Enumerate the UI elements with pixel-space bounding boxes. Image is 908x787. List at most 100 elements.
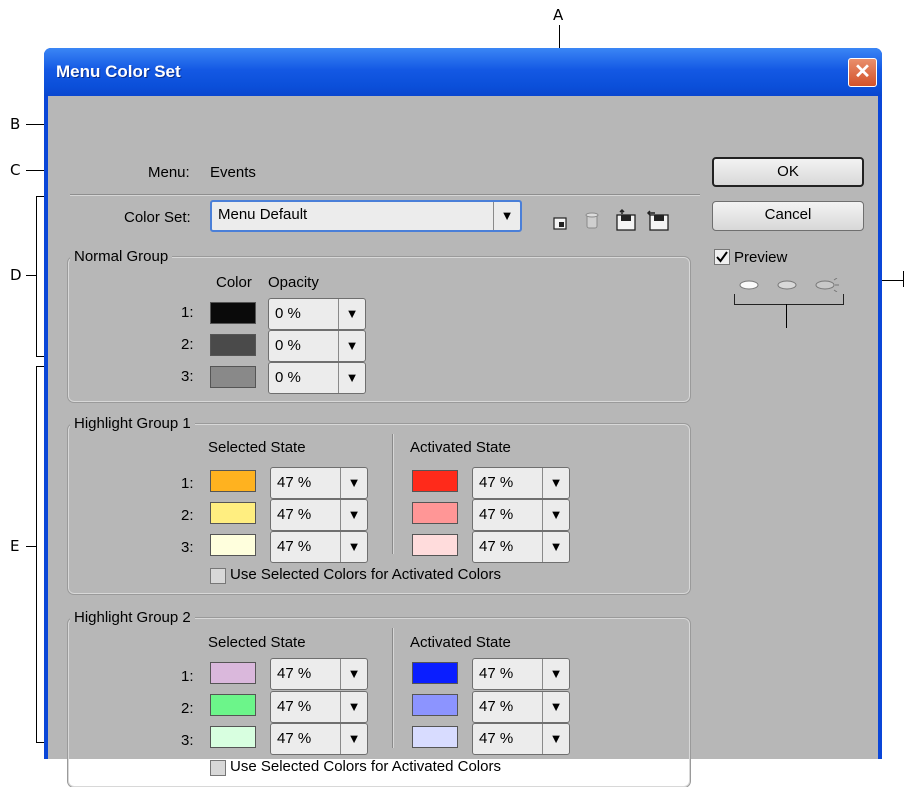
hg2-activated-opacity-2-dropdown[interactable]: 47 % ▼ — [472, 691, 570, 723]
color-set-value: Menu Default — [218, 206, 308, 223]
hg2-row-1-label: 1: — [181, 668, 194, 685]
chevron-down-icon: ▼ — [340, 659, 367, 689]
chevron-down-icon: ▼ — [338, 299, 365, 329]
chevron-down-icon: ▼ — [542, 724, 569, 754]
chevron-down-icon: ▼ — [338, 331, 365, 361]
hg1-activated-opacity-3-dropdown[interactable]: 47 % ▼ — [472, 531, 570, 563]
color-header: Color — [216, 274, 252, 291]
hg2-selected-opacity-2-value: 47 % — [277, 698, 312, 715]
normal-row-1-label: 1: — [181, 304, 194, 321]
save-as-color-set-icon[interactable] — [646, 208, 670, 232]
normal-color-1-swatch[interactable] — [210, 302, 256, 324]
hg1-selected-opacity-3-dropdown[interactable]: 47 % ▼ — [270, 531, 368, 563]
chevron-down-icon: ▼ — [338, 363, 365, 393]
hg1-separator — [392, 434, 394, 554]
hg1-activated-color-2-swatch[interactable] — [412, 502, 458, 524]
highlight-group-2-title: Highlight Group 2 — [70, 609, 195, 626]
preview-bracket — [734, 294, 844, 305]
hg2-activated-opacity-2-value: 47 % — [479, 698, 514, 715]
hg2-use-selected-label: Use Selected Colors for Activated Colors — [230, 758, 501, 775]
hg2-activated-color-1-swatch[interactable] — [412, 662, 458, 684]
hg2-activated-opacity-1-dropdown[interactable]: 47 % ▼ — [472, 658, 570, 690]
chevron-down-icon: ▼ — [542, 532, 569, 562]
preview-checkbox[interactable] — [714, 249, 730, 265]
hg1-selected-color-2-swatch[interactable] — [210, 502, 256, 524]
hg1-activated-color-1-swatch[interactable] — [412, 470, 458, 492]
hg1-use-selected-checkbox[interactable] — [210, 568, 226, 584]
chevron-down-icon: ▼ — [542, 468, 569, 498]
chevron-down-icon: ▼ — [542, 500, 569, 530]
hg1-activated-opacity-1-dropdown[interactable]: 47 % ▼ — [472, 467, 570, 499]
hg2-selected-color-2-swatch[interactable] — [210, 694, 256, 716]
hg2-selected-color-1-swatch[interactable] — [210, 662, 256, 684]
button-normal-icon[interactable] — [738, 279, 760, 291]
hg1-selected-opacity-1-dropdown[interactable]: 47 % ▼ — [270, 467, 368, 499]
chevron-down-icon: ▼ — [542, 659, 569, 689]
title-bar[interactable]: Menu Color Set ✕ — [44, 48, 882, 96]
hg2-selected-opacity-1-value: 47 % — [277, 665, 312, 682]
hg1-selected-header: Selected State — [208, 439, 306, 456]
normal-group — [67, 256, 691, 403]
normal-opacity-3-dropdown[interactable]: 0 % ▼ — [268, 362, 366, 394]
hg1-selected-opacity-3-value: 47 % — [277, 538, 312, 555]
callout-b: B — [10, 115, 21, 133]
chevron-down-icon: ▼ — [493, 202, 520, 230]
hg2-selected-header: Selected State — [208, 634, 306, 651]
hg1-activated-color-3-swatch[interactable] — [412, 534, 458, 556]
chevron-down-icon: ▼ — [340, 692, 367, 722]
new-color-set-icon[interactable] — [550, 212, 570, 232]
normal-opacity-1-dropdown[interactable]: 0 % ▼ — [268, 298, 366, 330]
hg1-activated-opacity-1-value: 47 % — [479, 474, 514, 491]
chevron-down-icon: ▼ — [340, 500, 367, 530]
menu-value: Events — [210, 164, 256, 181]
hg2-activated-color-2-swatch[interactable] — [412, 694, 458, 716]
hg2-row-2-label: 2: — [181, 700, 194, 717]
hg2-use-selected-checkbox[interactable] — [210, 760, 226, 776]
color-set-dropdown[interactable]: Menu Default ▼ — [210, 200, 522, 232]
opacity-header: Opacity — [268, 274, 319, 291]
hg1-row-3-label: 3: — [181, 539, 194, 556]
hg1-activated-header: Activated State — [410, 439, 511, 456]
hg1-selected-opacity-2-dropdown[interactable]: 47 % ▼ — [270, 499, 368, 531]
hg1-row-1-label: 1: — [181, 475, 194, 492]
hg2-selected-opacity-3-value: 47 % — [277, 730, 312, 747]
button-selected-icon[interactable] — [776, 279, 798, 291]
dialog-title: Menu Color Set — [56, 62, 181, 81]
hg1-use-selected-label: Use Selected Colors for Activated Colors — [230, 566, 501, 583]
hg2-selected-opacity-1-dropdown[interactable]: 47 % ▼ — [270, 658, 368, 690]
dialog-body: Menu: Events Color Set: Menu Default ▼ O… — [48, 96, 878, 787]
chevron-down-icon: ▼ — [340, 532, 367, 562]
callout-c: C — [10, 161, 21, 179]
button-activated-icon[interactable] — [812, 278, 840, 292]
delete-color-set-icon[interactable] — [582, 210, 602, 230]
preview-label: Preview — [734, 249, 788, 266]
hg2-selected-opacity-2-dropdown[interactable]: 47 % ▼ — [270, 691, 368, 723]
hg2-activated-opacity-3-dropdown[interactable]: 47 % ▼ — [472, 723, 570, 755]
hg2-activated-header: Activated State — [410, 634, 511, 651]
hg1-selected-color-3-swatch[interactable] — [210, 534, 256, 556]
normal-row-2-label: 2: — [181, 336, 194, 353]
hg2-selected-color-3-swatch[interactable] — [210, 726, 256, 748]
hg1-activated-opacity-2-dropdown[interactable]: 47 % ▼ — [472, 499, 570, 531]
dialog-window: Menu Color Set ✕ Menu: Events Color Set:… — [44, 48, 882, 787]
normal-color-2-swatch[interactable] — [210, 334, 256, 356]
cancel-button[interactable]: Cancel — [712, 201, 864, 231]
hg1-selected-color-1-swatch[interactable] — [210, 470, 256, 492]
normal-color-3-swatch[interactable] — [210, 366, 256, 388]
callout-e: E — [10, 537, 20, 555]
hg2-selected-opacity-3-dropdown[interactable]: 47 % ▼ — [270, 723, 368, 755]
callout-a: A — [553, 6, 564, 24]
hg1-activated-opacity-2-value: 47 % — [479, 506, 514, 523]
ok-button[interactable]: OK — [712, 157, 864, 187]
hg2-activated-color-3-swatch[interactable] — [412, 726, 458, 748]
preview-bracket-stem — [786, 304, 787, 328]
save-color-set-icon[interactable] — [614, 208, 638, 232]
callout-d-line — [26, 275, 36, 276]
close-button[interactable]: ✕ — [848, 58, 877, 87]
menu-divider — [70, 194, 700, 196]
hg1-selected-opacity-2-value: 47 % — [277, 506, 312, 523]
callout-e-bracket — [36, 366, 37, 742]
normal-opacity-2-dropdown[interactable]: 0 % ▼ — [268, 330, 366, 362]
menu-label: Menu: — [148, 164, 190, 181]
callout-d: D — [10, 266, 22, 284]
